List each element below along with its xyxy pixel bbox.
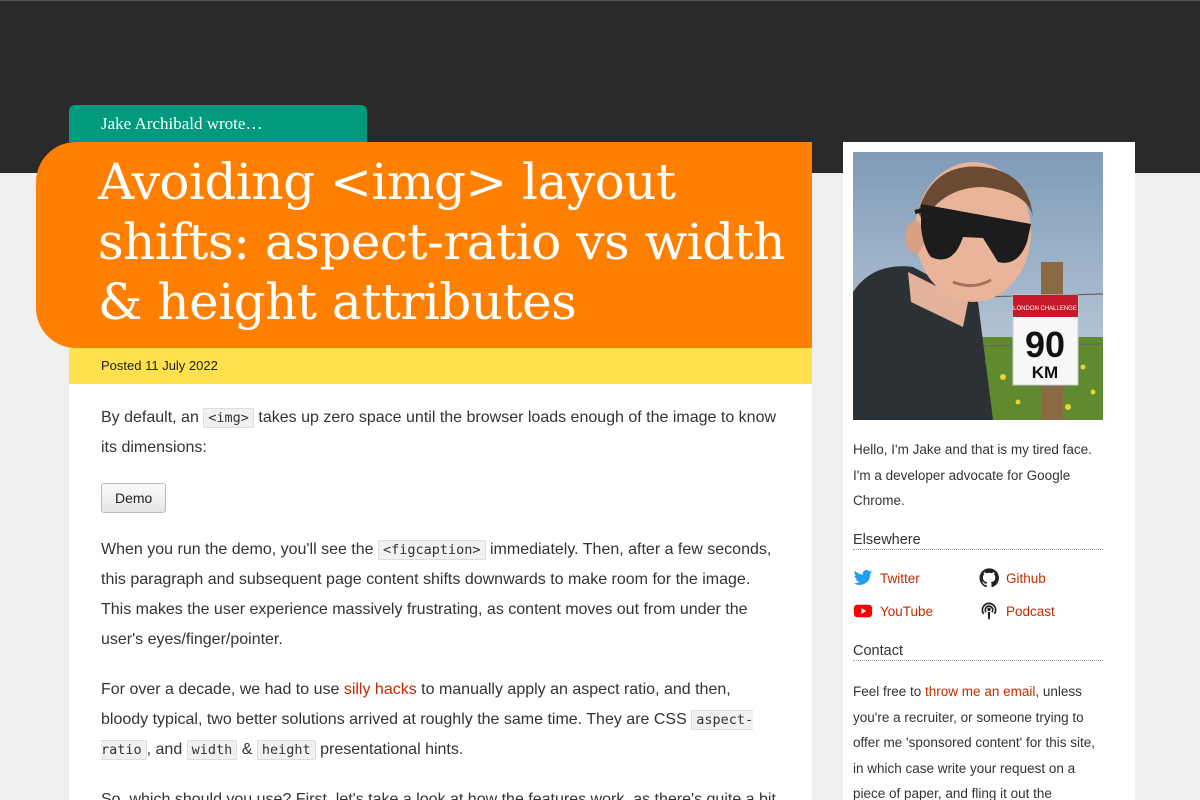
inline-code: width — [186, 740, 238, 760]
title-box: Avoiding <img> layout shifts: aspect-rat… — [36, 142, 812, 348]
github-icon — [979, 568, 999, 588]
podcast-link[interactable]: Podcast — [979, 601, 1055, 621]
author-photo: LONDON CHALLENGE 90 KM — [853, 152, 1103, 420]
bib-number: 90 — [1025, 324, 1065, 365]
email-link[interactable]: throw me an email — [925, 684, 1035, 699]
author-intro: Hello, I'm Jake and that is my tired fac… — [853, 442, 1092, 508]
paragraph-4: So, which should you use? First, let's t… — [101, 791, 776, 800]
inline-code: <figcaption> — [378, 540, 486, 560]
bib-unit: KM — [1032, 363, 1058, 382]
silly-hacks-link[interactable]: silly hacks — [344, 681, 417, 698]
twitter-link[interactable]: Twitter — [853, 568, 920, 588]
contact-heading: Contact — [853, 643, 1103, 661]
inline-code: <img> — [203, 408, 254, 428]
inline-code: height — [256, 740, 316, 760]
contact-text: Feel free to throw me an email, unless y… — [853, 684, 1096, 800]
author-tab[interactable]: Jake Archibald wrote… — [69, 105, 367, 142]
paragraph-3: For over a decade, we had to use silly h… — [101, 681, 754, 760]
youtube-icon — [853, 604, 873, 618]
paragraph-2: When you run the demo, you'll see the <f… — [101, 540, 772, 648]
post-date: Posted 11 July 2022 — [101, 358, 218, 373]
bib-event: LONDON CHALLENGE — [1013, 306, 1077, 312]
posted-bar: Posted 11 July 2022 — [69, 348, 812, 384]
author-tab-label: Jake Archibald wrote… — [101, 114, 263, 133]
podcast-label: Podcast — [1006, 603, 1055, 619]
paragraph-1: By default, an <img> takes up zero space… — [101, 408, 777, 456]
github-link[interactable]: Github — [979, 568, 1046, 588]
demo-button[interactable]: Demo — [101, 483, 167, 513]
post-title: Avoiding <img> layout shifts: aspect-rat… — [98, 153, 786, 331]
youtube-label: YouTube — [880, 603, 934, 619]
author-photo-illustration: LONDON CHALLENGE 90 KM — [853, 152, 1103, 420]
github-label: Github — [1006, 570, 1046, 586]
article-body: By default, an <img> takes up zero space… — [101, 403, 781, 800]
elsewhere-heading: Elsewhere — [853, 532, 1103, 550]
twitter-label: Twitter — [880, 570, 920, 586]
podcast-icon — [981, 602, 997, 620]
youtube-link[interactable]: YouTube — [853, 601, 933, 621]
twitter-icon — [853, 570, 873, 586]
